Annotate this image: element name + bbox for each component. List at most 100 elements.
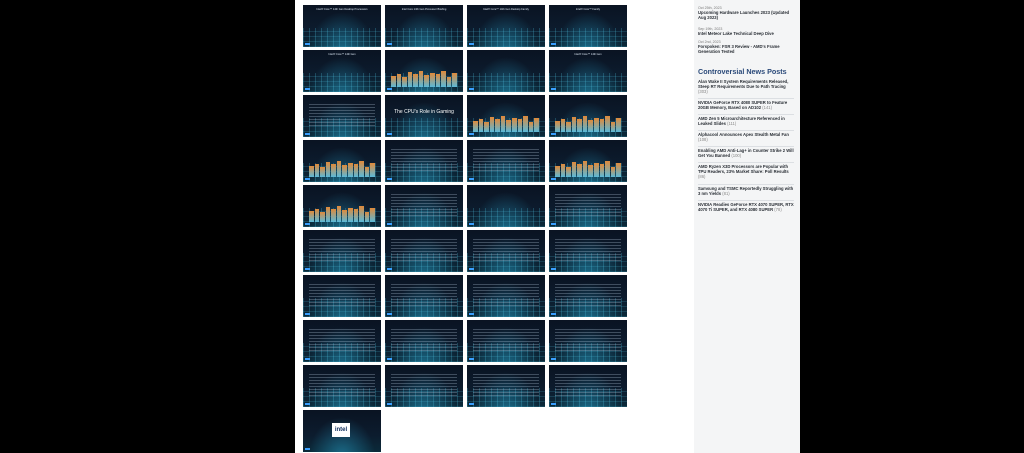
slide-thumbnail[interactable] (467, 365, 545, 407)
slide-thumbnail[interactable] (549, 185, 627, 227)
slide-text-lines (555, 329, 621, 351)
slide-thumbnail[interactable] (303, 365, 381, 407)
news-title-text[interactable]: NVIDIA GeForce RTX 4080 SUPER to Feature… (698, 100, 787, 110)
intel-logo: intel (332, 423, 350, 437)
slide-bar-graphic (309, 159, 375, 177)
slide-thumbnail[interactable]: Intel® Core™ 14th Gen (303, 50, 381, 92)
recent-news-item[interactable]: Oct 25th, 2023 Upcoming Hardware Launches… (698, 6, 794, 20)
list-divider (698, 200, 794, 201)
slide-thumbnail[interactable] (303, 95, 381, 137)
slide-corner-logo (387, 43, 392, 45)
slide-thumbnail[interactable] (549, 230, 627, 272)
slide-thumbnail[interactable] (549, 140, 627, 182)
slide-thumbnail[interactable]: The CPU's Role in Gaming (385, 95, 463, 137)
news-title-link[interactable]: Enabling AMD Anti-Lag+ in Counter Strike… (698, 148, 794, 158)
news-title-link[interactable]: NVIDIA GeForce RTX 4080 SUPER to Feature… (698, 100, 794, 110)
slide-thumbnail[interactable] (385, 320, 463, 362)
slide-text-lines (391, 194, 457, 216)
slide-text-lines (391, 149, 457, 171)
controversial-news-item[interactable]: AMD Zen 5 Microarchitecture Referenced i… (698, 116, 794, 126)
slide-grid-graphic (385, 118, 463, 137)
news-title-link[interactable]: Intel Meteor Lake Technical Deep Dive (698, 31, 794, 36)
news-title-link[interactable]: Forspoken: FSR 3 Review - AMD's Frame Ge… (698, 44, 794, 54)
slide-thumbnail[interactable]: Intel® Core™ 14th Gen Desktop Processors (303, 5, 381, 47)
news-title-link[interactable]: Samsung and TSMC Reportedly Struggling w… (698, 186, 794, 196)
slide-thumbnail[interactable] (467, 50, 545, 92)
slide-thumbnail[interactable] (385, 140, 463, 182)
news-title-text[interactable]: AMD Zen 5 Microarchitecture Referenced i… (698, 116, 785, 126)
slide-thumbnail[interactable] (467, 275, 545, 317)
slide-corner-logo (387, 223, 392, 225)
slide-bar-graphic (473, 114, 539, 132)
news-title-link[interactable]: NVIDIA Readies GeForce RTX 4070 SUPER, R… (698, 202, 794, 212)
slide-thumbnail[interactable] (303, 140, 381, 182)
slide-text-lines (309, 104, 375, 126)
slide-thumbnail[interactable] (467, 95, 545, 137)
slide-thumbnail[interactable]: Intel Core 14th Gen Processor Briefing (385, 5, 463, 47)
news-title-text[interactable]: AMD Ryzen X3D Processors are Popular wit… (698, 164, 789, 174)
news-title-link[interactable]: AMD Ryzen X3D Processors are Popular wit… (698, 164, 794, 180)
recent-news-item[interactable]: Oct 2nd, 2023 Forspoken: FSR 3 Review - A… (698, 40, 794, 54)
slide-thumbnail[interactable] (549, 320, 627, 362)
slide-corner-logo (305, 358, 310, 360)
controversial-news-item[interactable]: NVIDIA Readies GeForce RTX 4070 SUPER, R… (698, 202, 794, 212)
slide-corner-logo (387, 133, 392, 135)
slide-corner-logo (387, 178, 392, 180)
news-title-text[interactable]: Enabling AMD Anti-Lag+ in Counter Strike… (698, 148, 794, 158)
slide-thumbnail[interactable] (385, 185, 463, 227)
slide-text-lines (473, 149, 539, 171)
news-title-link[interactable]: AMD Zen 5 Microarchitecture Referenced i… (698, 116, 794, 126)
slide-corner-logo (305, 313, 310, 315)
slide-corner-logo (469, 178, 474, 180)
news-title-link[interactable]: Alan Wake II System Requirements Release… (698, 79, 794, 95)
slide-thumbnail[interactable] (303, 185, 381, 227)
slide-corner-logo (305, 43, 310, 45)
slide-corner-logo (551, 403, 556, 405)
list-divider (698, 114, 794, 115)
slide-corner-logo (387, 358, 392, 360)
slide-thumbnail[interactable] (467, 230, 545, 272)
slide-thumbnail[interactable] (467, 185, 545, 227)
slide-thumbnail[interactable] (549, 365, 627, 407)
news-title-text[interactable]: Alphacool Announces Apex Stealth Metal F… (698, 132, 789, 137)
controversial-news-item[interactable]: Enabling AMD Anti-Lag+ in Counter Strike… (698, 148, 794, 158)
news-title-text[interactable]: Samsung and TSMC Reportedly Struggling w… (698, 186, 793, 196)
slide-thumbnail[interactable] (385, 275, 463, 317)
controversial-news-item[interactable]: NVIDIA GeForce RTX 4080 SUPER to Feature… (698, 100, 794, 110)
slide-thumbnail[interactable]: intel (303, 410, 381, 452)
news-title-link[interactable]: Alphacool Announces Apex Stealth Metal F… (698, 132, 794, 142)
controversial-news-item[interactable]: AMD Ryzen X3D Processors are Popular wit… (698, 164, 794, 180)
slide-corner-logo (469, 133, 474, 135)
slide-thumbnail[interactable] (303, 230, 381, 272)
slide-corner-logo (551, 88, 556, 90)
slide-text-lines (391, 239, 457, 261)
slide-thumbnail[interactable] (303, 275, 381, 317)
comment-count: (78) (774, 207, 782, 213)
slide-corner-logo (305, 268, 310, 270)
slide-text-lines (473, 239, 539, 261)
controversial-news-item[interactable]: Alan Wake II System Requirements Release… (698, 79, 794, 95)
slide-thumbnail[interactable]: Intel® Core™ 14th Gen Desktop Family (467, 5, 545, 47)
slide-thumbnail[interactable] (549, 275, 627, 317)
slide-grid-graphic (303, 28, 381, 47)
slide-gallery: Intel® Core™ 14th Gen Desktop Processors… (303, 5, 627, 453)
slide-thumbnail[interactable] (467, 320, 545, 362)
controversial-news-item[interactable]: Samsung and TSMC Reportedly Struggling w… (698, 186, 794, 196)
slide-thumbnail[interactable] (385, 230, 463, 272)
controversial-news-item[interactable]: Alphacool Announces Apex Stealth Metal F… (698, 132, 794, 142)
slide-thumbnail[interactable] (303, 320, 381, 362)
slide-thumbnail[interactable] (385, 50, 463, 92)
slide-corner-logo (551, 313, 556, 315)
slide-thumbnail[interactable]: Intel® Core™ 14th Gen (549, 50, 627, 92)
recent-news-item[interactable]: Sep 19th, 2023 Intel Meteor Lake Technica… (698, 27, 794, 36)
news-title-text[interactable]: Alan Wake II System Requirements Release… (698, 79, 788, 89)
slide-thumbnail[interactable] (385, 365, 463, 407)
news-title-link[interactable]: Upcoming Hardware Launches 2023 (Updated… (698, 10, 794, 20)
slide-text-lines (309, 239, 375, 261)
slide-thumbnail[interactable]: Intel® Core™ Family (549, 5, 627, 47)
slide-corner-logo (469, 88, 474, 90)
slide-thumbnail[interactable] (467, 140, 545, 182)
slide-text-lines (391, 329, 457, 351)
slide-thumbnail[interactable] (549, 95, 627, 137)
slide-text-lines (309, 284, 375, 306)
